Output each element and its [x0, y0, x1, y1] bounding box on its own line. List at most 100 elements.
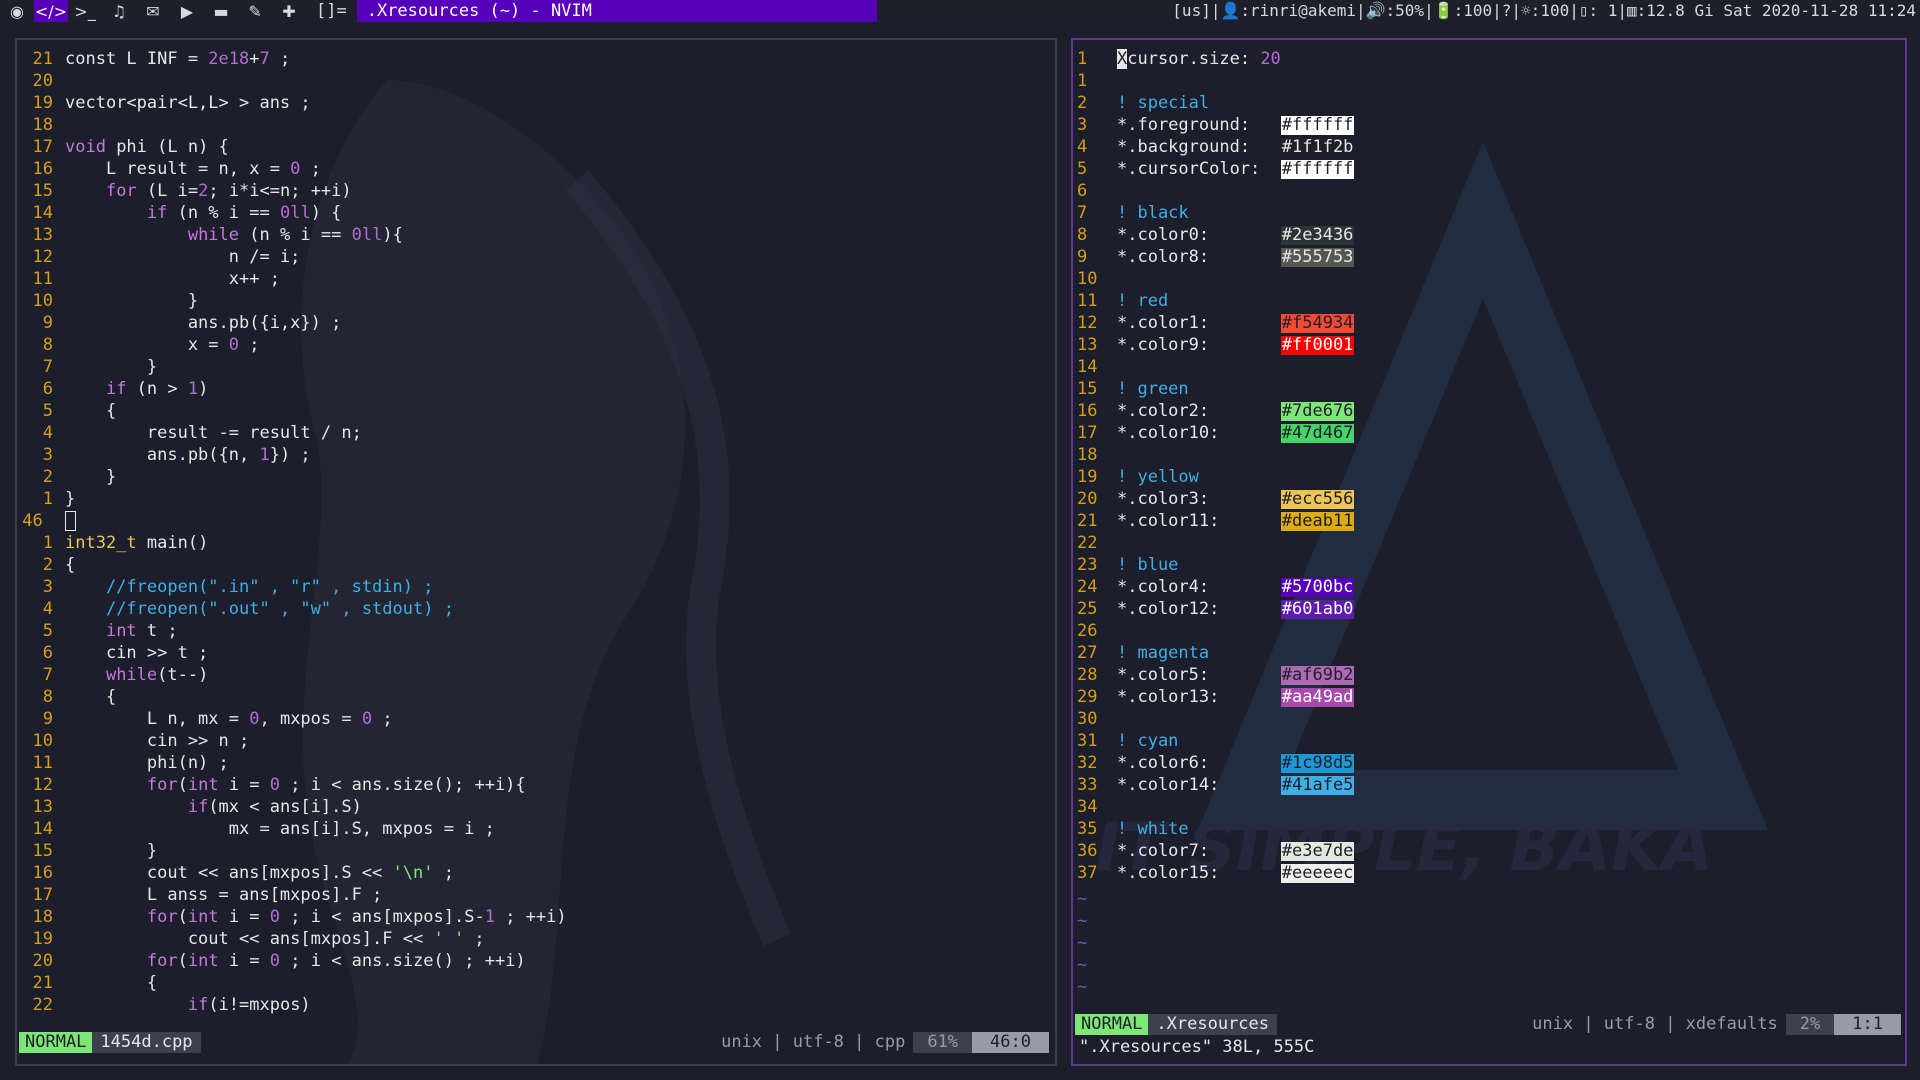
code-line[interactable]: 4 //freopen(".out" , "w" , stdout) ;: [17, 598, 567, 620]
right-code-lines[interactable]: 1 Xcursor.size: 20 1 2! special 3 *.foregroun…: [1073, 48, 1355, 884]
code-line[interactable]: 9 ans.pb({i,x}) ;: [17, 312, 567, 334]
code-line[interactable]: 1 int32_t main(): [17, 532, 567, 554]
code-line[interactable]: 2{: [17, 554, 567, 576]
code-line[interactable]: 14 mx = ans[i].S, mxpos = i ;: [17, 818, 567, 840]
code-line[interactable]: 9 L n, mx = 0, mxpos = 0 ;: [17, 708, 567, 730]
code-line[interactable]: 32 *.color6: #1c98d5: [1073, 752, 1355, 774]
code-line[interactable]: 31 ! cyan: [1073, 730, 1354, 752]
code-line[interactable]: 5 *.cursorColor: #ffffff: [1073, 158, 1355, 180]
code-line[interactable]: 19 ! yellow: [1073, 466, 1354, 488]
workspace-plus-icon[interactable]: ✚: [272, 0, 306, 22]
code-line[interactable]: 20 for(int i = 0 ; i < ans.size() ; ++i): [17, 950, 567, 972]
code-line[interactable]: 17 *.color10: #47d467: [1073, 422, 1355, 444]
workspace-brush-icon[interactable]: ✎: [238, 0, 272, 22]
code-line[interactable]: 18: [1073, 444, 1354, 466]
line-number: 5: [42, 621, 53, 641]
code-line[interactable]: 9 *.color8: #555753: [1073, 246, 1355, 268]
code-line[interactable]: 15 for (L i=2; i*i<=n; ++i): [17, 180, 567, 202]
left-code-lines[interactable]: 21 const L INF = 2e18+7 ; 20 19 vector<pair<…: [17, 48, 567, 1016]
code-line[interactable]: 16 L result = n, x = 0 ;: [17, 158, 567, 180]
code-line[interactable]: 6: [1073, 180, 1354, 202]
workspace-music-icon[interactable]: ♫: [102, 0, 136, 22]
code-line[interactable]: 27 ! magenta: [1073, 642, 1354, 664]
code-line[interactable]: 2 }: [17, 466, 567, 488]
workspace-terminal-icon[interactable]: >_: [68, 0, 102, 22]
code-line[interactable]: 10: [1073, 268, 1354, 290]
code-line[interactable]: 1}: [17, 488, 567, 510]
code-line[interactable]: 13 while (n % i == 0ll){: [17, 224, 567, 246]
code-line[interactable]: 10 }: [17, 290, 567, 312]
code-line[interactable]: 13 if(mx < ans[i].S): [17, 796, 567, 818]
workspace-folder-icon[interactable]: ▬: [204, 0, 238, 22]
code-line[interactable]: 1 Xcursor.size: 20: [1073, 48, 1354, 70]
workspace-code-icon[interactable]: </>: [34, 0, 68, 22]
code-line[interactable]: 3 ans.pb({n, 1}) ;: [17, 444, 567, 466]
code-line[interactable]: 16 *.color2: #7de676: [1073, 400, 1355, 422]
code-line[interactable]: 15 }: [17, 840, 567, 862]
code-line[interactable]: 17 L anss = ans[mxpos].F ;: [17, 884, 567, 906]
code-line[interactable]: 8 x = 0 ;: [17, 334, 567, 356]
code-line[interactable]: 5 {: [17, 400, 567, 422]
code-line[interactable]: 8 *.color0: #2e3436: [1073, 224, 1355, 246]
code-line[interactable]: 22: [1073, 532, 1354, 554]
code-line[interactable]: 30: [1073, 708, 1354, 730]
code-line[interactable]: 34: [1073, 796, 1354, 818]
line-content: ! red: [1117, 291, 1169, 311]
code-line[interactable]: 11 x++ ;: [17, 268, 567, 290]
code-line[interactable]: 25 *.color12: #601ab0: [1073, 598, 1355, 620]
code-line[interactable]: 26: [1073, 620, 1354, 642]
code-line[interactable]: 29 *.color13: #aa49ad: [1073, 686, 1355, 708]
code-line[interactable]: 21 const L INF = 2e18+7 ;: [17, 48, 567, 70]
code-line[interactable]: 35 ! white: [1073, 818, 1354, 840]
code-line[interactable]: 33 *.color14: #41afe5: [1073, 774, 1355, 796]
workspace-play-icon[interactable]: ▶: [170, 0, 204, 22]
code-line[interactable]: 4 result -= result / n;: [17, 422, 567, 444]
code-line[interactable]: 21 {: [17, 972, 567, 994]
code-line[interactable]: 3 //freopen(".in" , "r" , stdin) ;: [17, 576, 567, 598]
right-editor-pane[interactable]: KEEP IT SIMPLE, BAKA 1Xcursor.size: 2012…: [1071, 38, 1907, 1066]
code-line[interactable]: 7 ! black: [1073, 202, 1354, 224]
code-line[interactable]: 12 for(int i = 0 ; i < ans.size(); ++i){: [17, 774, 567, 796]
distro-logo-icon[interactable]: ◉: [0, 0, 34, 22]
code-line[interactable]: 20 *.color3: #ecc556: [1073, 488, 1355, 510]
code-line[interactable]: 37 *.color15: #eeeeec: [1073, 862, 1355, 884]
code-line[interactable]: 12 *.color1: #f54934: [1073, 312, 1355, 334]
code-line[interactable]: 8 {: [17, 686, 567, 708]
code-line[interactable]: 24 *.color4: #5700bc: [1073, 576, 1355, 598]
code-line[interactable]: 6 if (n > 1): [17, 378, 567, 400]
left-editor-pane[interactable]: 21 const L INF = 2e18+7 ; 20 19 vector<pair<…: [15, 38, 1057, 1066]
code-line[interactable]: 7 while(t--): [17, 664, 567, 686]
code-line[interactable]: 16 cout << ans[mxpos].S << '\n' ;: [17, 862, 567, 884]
code-line[interactable]: 18: [17, 114, 567, 136]
code-line[interactable]: 5 int t ;: [17, 620, 567, 642]
code-line[interactable]: 11 ! red: [1073, 290, 1354, 312]
layout-indicator[interactable]: []=: [316, 1, 347, 21]
code-line[interactable]: 13 *.color9: #ff0001: [1073, 334, 1355, 356]
code-line[interactable]: 23 ! blue: [1073, 554, 1354, 576]
code-line[interactable]: 36 *.color7: #e3e7de: [1073, 840, 1355, 862]
code-line[interactable]: 21 *.color11: #deab11: [1073, 510, 1355, 532]
code-line[interactable]: 1: [1073, 70, 1354, 92]
code-line[interactable]: 10 cin >> n ;: [17, 730, 567, 752]
code-line[interactable]: 12 n /= i;: [17, 246, 567, 268]
code-line[interactable]: 46: [17, 510, 567, 532]
code-line[interactable]: 28 *.color5: #af69b2: [1073, 664, 1355, 686]
code-line[interactable]: 15 ! green: [1073, 378, 1354, 400]
code-line[interactable]: 20: [17, 70, 567, 92]
code-line[interactable]: 22 if(i!=mxpos): [17, 994, 567, 1016]
code-line[interactable]: 6 cin >> t ;: [17, 642, 567, 664]
code-line[interactable]: 19 cout << ans[mxpos].F << ' ' ;: [17, 928, 567, 950]
code-line[interactable]: 11 phi(n) ;: [17, 752, 567, 774]
code-line[interactable]: 4 *.background: #1f1f2b: [1073, 136, 1355, 158]
code-line[interactable]: 14: [1073, 356, 1354, 378]
workspace-mail-icon[interactable]: ✉: [136, 0, 170, 22]
code-line[interactable]: 17 void phi (L n) {: [17, 136, 567, 158]
line-content: *.color1: #f54934: [1117, 313, 1355, 333]
code-line[interactable]: 2 ! special: [1073, 92, 1354, 114]
code-line[interactable]: 19 vector<pair<L,L> > ans ;: [17, 92, 567, 114]
code-line[interactable]: 14 if (n % i == 0ll) {: [17, 202, 567, 224]
code-line[interactable]: 3 *.foreground: #ffffff: [1073, 114, 1355, 136]
code-line[interactable]: 7 }: [17, 356, 567, 378]
line-content: ! magenta: [1117, 643, 1210, 663]
code-line[interactable]: 18 for(int i = 0 ; i < ans[mxpos].S-1 ; …: [17, 906, 567, 928]
